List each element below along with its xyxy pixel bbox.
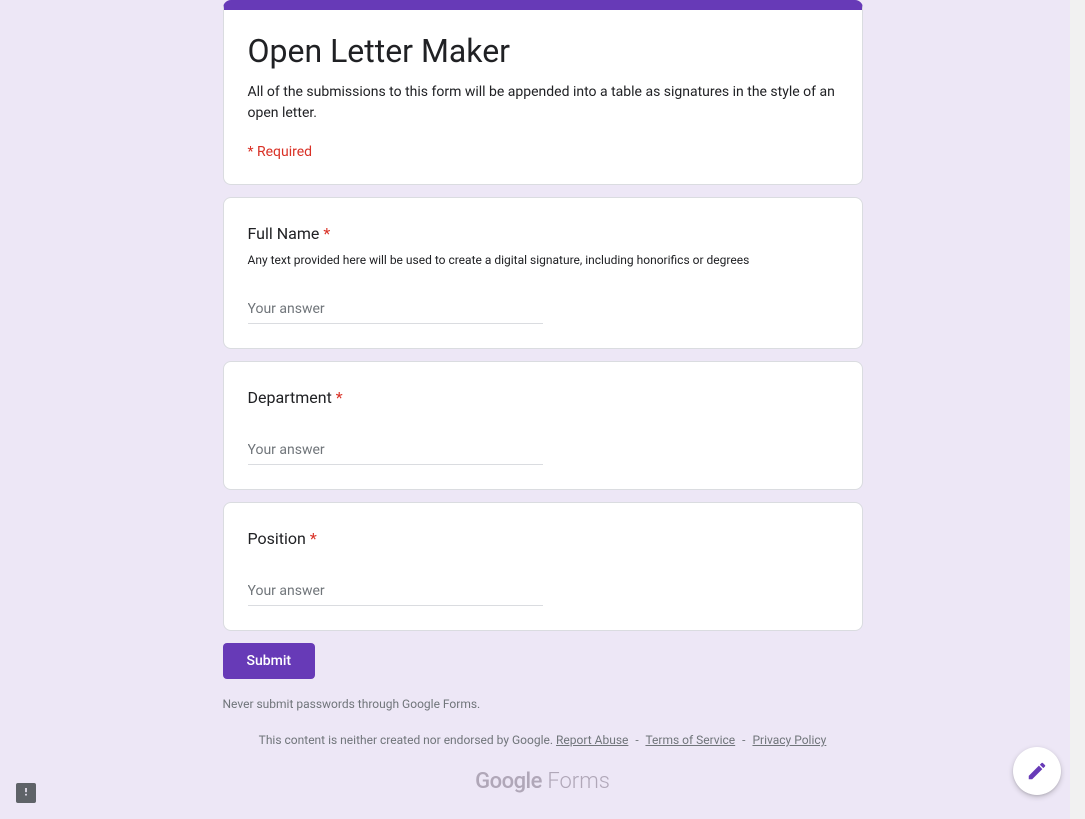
forms-logo-text: Forms <box>542 769 610 794</box>
google-forms-logo[interactable]: Google Forms <box>223 769 863 794</box>
password-warning: Never submit passwords through Google Fo… <box>223 697 863 711</box>
question-label: Department * <box>248 386 838 410</box>
scrollbar-track[interactable] <box>1070 0 1085 819</box>
question-card-department: Department * <box>223 361 863 490</box>
privacy-policy-link[interactable]: Privacy Policy <box>752 733 826 747</box>
required-asterisk: * <box>319 224 330 243</box>
footer-disclaimer-text: This content is neither created nor endo… <box>259 733 553 747</box>
question-label: Full Name * <box>248 222 838 246</box>
required-asterisk: * <box>306 529 317 548</box>
form-description: All of the submissions to this form will… <box>248 82 838 124</box>
question-card-full-name: Full Name * Any text provided here will … <box>223 197 863 349</box>
footer-disclaimer-line: This content is neither created nor endo… <box>223 733 863 747</box>
submit-button[interactable]: Submit <box>223 643 316 679</box>
feedback-button[interactable] <box>16 783 36 803</box>
question-label: Position * <box>248 527 838 551</box>
question-card-position: Position * <box>223 502 863 631</box>
edit-form-button[interactable] <box>1013 747 1061 795</box>
feedback-icon <box>16 783 36 803</box>
question-label-text: Position <box>248 529 306 548</box>
question-label-text: Full Name <box>248 224 320 243</box>
form-title: Open Letter Maker <box>248 32 838 70</box>
position-input[interactable] <box>248 579 543 606</box>
full-name-input[interactable] <box>248 297 543 324</box>
submit-row: Submit <box>223 643 863 679</box>
form-header-card: Open Letter Maker All of the submissions… <box>223 0 863 185</box>
department-input[interactable] <box>248 438 543 465</box>
required-asterisk: * <box>332 388 343 407</box>
google-logo-text: Google <box>475 769 542 794</box>
question-helper-text: Any text provided here will be used to c… <box>248 252 838 269</box>
pencil-icon <box>1026 760 1048 782</box>
report-abuse-link[interactable]: Report Abuse <box>556 733 628 747</box>
required-legend: * Required <box>248 144 838 160</box>
question-label-text: Department <box>248 388 332 407</box>
terms-of-service-link[interactable]: Terms of Service <box>645 733 735 747</box>
form-container: Open Letter Maker All of the submissions… <box>223 0 863 794</box>
footer-separator: - <box>635 733 638 747</box>
footer-separator: - <box>742 733 745 747</box>
